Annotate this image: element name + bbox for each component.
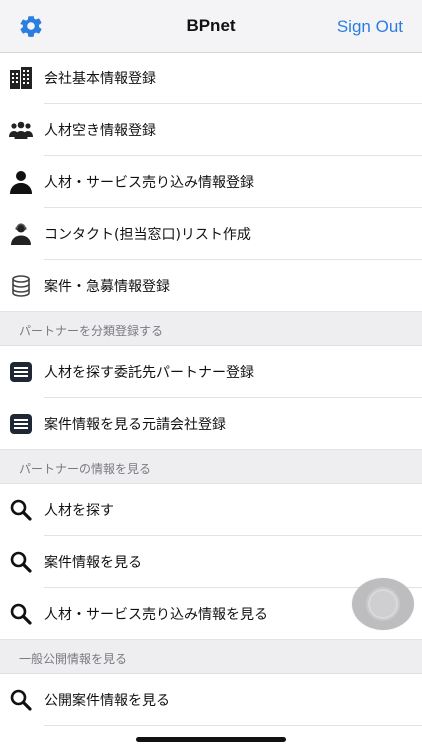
database-icon [12, 275, 30, 297]
navigation-bar: BPnet Sign Out [0, 0, 422, 53]
assistive-touch-icon[interactable] [352, 578, 414, 630]
menu-item-staff-availability[interactable]: 人材空き情報登録 [0, 104, 422, 156]
menu-item-find-staff[interactable]: 人材を探す [0, 484, 422, 536]
section-header-partner-classification: パートナーを分類登録する [0, 312, 422, 346]
menu-item-label: 案件情報を見る元請会社登録 [44, 417, 226, 433]
search-icon [10, 551, 32, 573]
menu-item-label: 会社基本情報登録 [44, 71, 156, 87]
menu-item-register-prime-contractor[interactable]: 案件情報を見る元請会社登録 [0, 398, 422, 450]
menu-item-label: 公開案件情報を見る [44, 693, 170, 709]
search-icon [10, 689, 32, 711]
home-indicator[interactable] [136, 737, 286, 742]
menu-item-company-info[interactable]: 会社基本情報登録 [0, 52, 422, 104]
menu-item-register-subcontractor[interactable]: 人材を探す委託先パートナー登録 [0, 346, 422, 398]
building-icon [10, 67, 32, 89]
person-icon [10, 171, 32, 194]
sign-out-button[interactable]: Sign Out [337, 17, 403, 37]
section-header-partner-info: パートナーの情報を見る [0, 450, 422, 484]
menu-item-project-urgent[interactable]: 案件・急募情報登録 [0, 260, 422, 312]
search-icon [10, 603, 32, 625]
contact-person-icon [11, 223, 31, 245]
menu-list: 会社基本情報登録 人材空き情報登録 人材・サービス売り込み情報登録 コンタクト(… [0, 52, 422, 726]
menu-item-label: 人材・サービス売り込み情報登録 [44, 175, 254, 191]
menu-item-label: 案件・急募情報登録 [44, 279, 170, 295]
menu-item-label: コンタクト(担当窓口)リスト作成 [44, 227, 251, 243]
menu-item-service-promotion[interactable]: 人材・サービス売り込み情報登録 [0, 156, 422, 208]
search-icon [10, 499, 32, 521]
section-header-public-info: 一般公開情報を見る [0, 640, 422, 674]
section-header-label: パートナーの情報を見る [19, 462, 152, 476]
section-header-label: パートナーを分類登録する [19, 324, 164, 338]
menu-item-label: 案件情報を見る [44, 555, 142, 571]
assistive-touch-core [370, 591, 396, 617]
menu-item-contact-list[interactable]: コンタクト(担当窓口)リスト作成 [0, 208, 422, 260]
menu-item-view-public-projects[interactable]: 公開案件情報を見る [0, 674, 422, 726]
list-icon [10, 414, 32, 434]
menu-item-label: 人材・サービス売り込み情報を見る [44, 607, 268, 623]
list-icon [10, 362, 32, 382]
menu-item-label: 人材空き情報登録 [44, 123, 156, 139]
gear-icon[interactable] [18, 13, 44, 39]
menu-item-label: 人材を探す [44, 503, 114, 519]
section-header-label: 一般公開情報を見る [19, 652, 128, 666]
people-group-icon [9, 121, 33, 139]
menu-item-view-projects[interactable]: 案件情報を見る [0, 536, 422, 588]
menu-item-label: 人材を探す委託先パートナー登録 [44, 365, 254, 381]
